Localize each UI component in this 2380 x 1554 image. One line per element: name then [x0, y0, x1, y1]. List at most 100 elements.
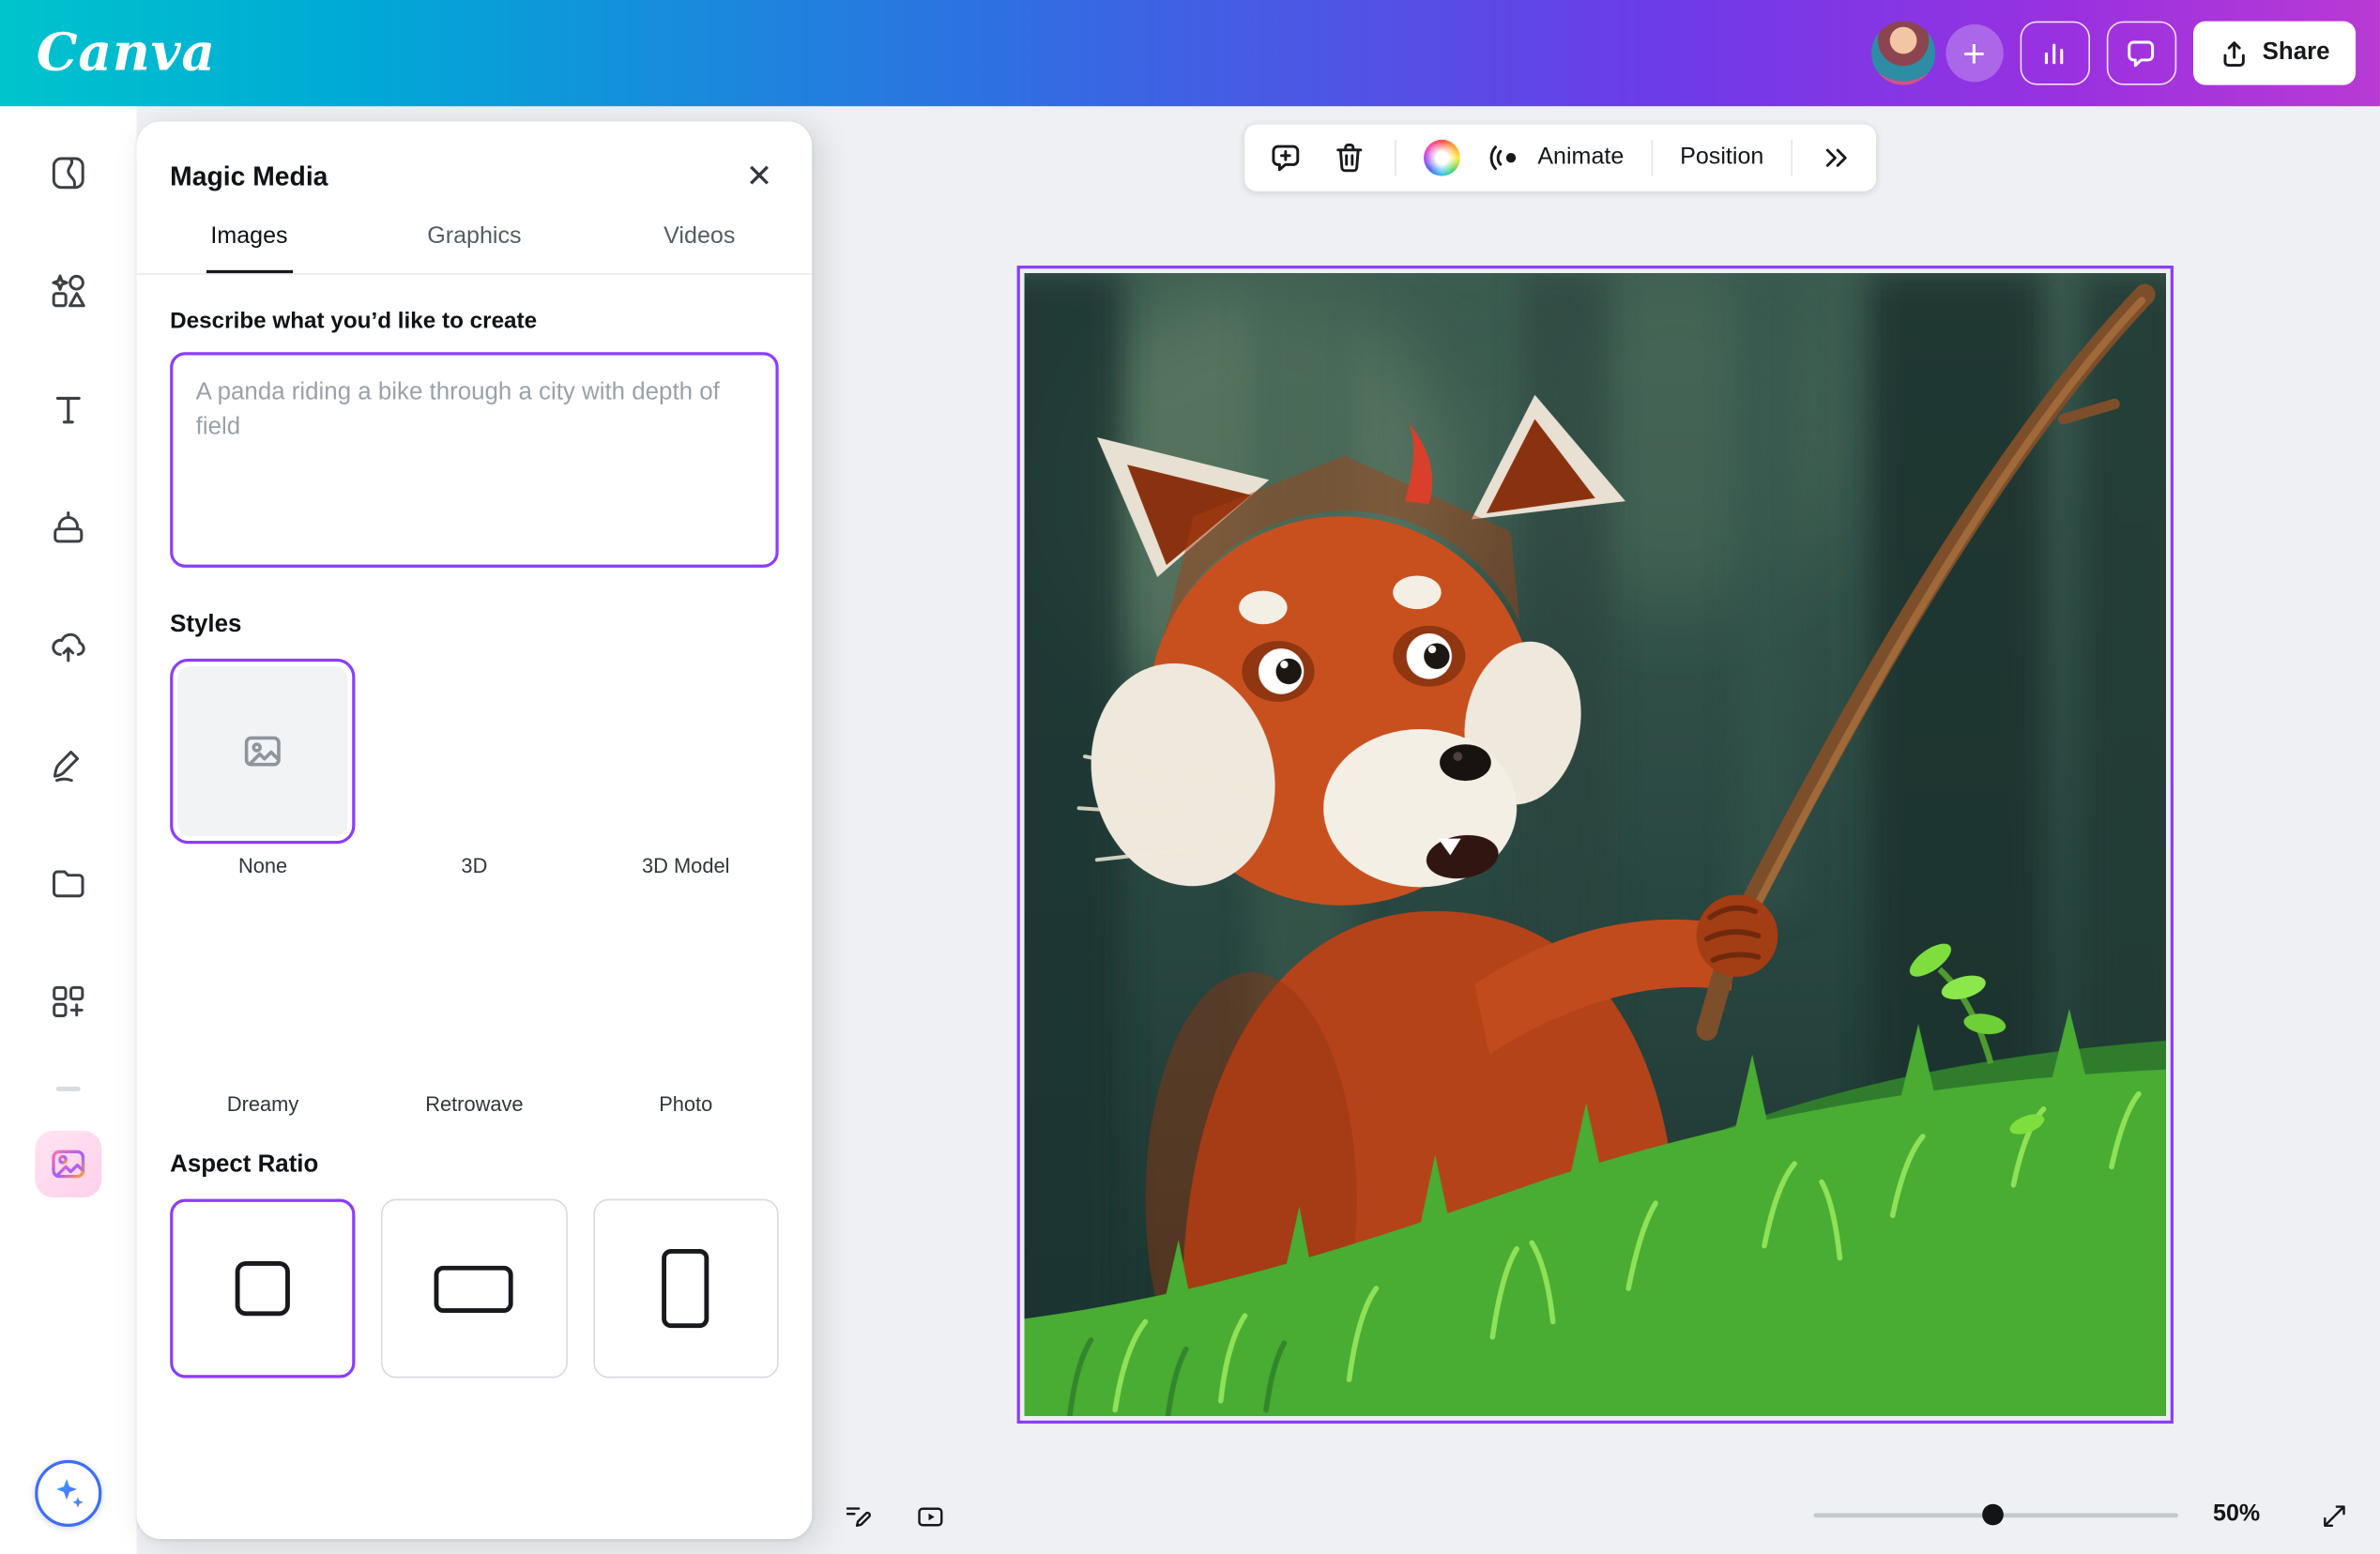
share-button[interactable]: Share	[2192, 22, 2356, 85]
speech-bubble-icon	[2124, 36, 2159, 70]
text-icon	[49, 390, 88, 430]
sidebar-item-projects[interactable]	[32, 846, 105, 920]
style-thumb-frame	[170, 897, 356, 1082]
style-thumb-frame	[381, 659, 567, 844]
delete-button[interactable]	[1320, 130, 1378, 185]
fullscreen-button[interactable]	[2311, 1492, 2359, 1541]
aspect-option-portrait[interactable]	[593, 1199, 779, 1379]
top-bar-actions: + Share	[1870, 22, 2356, 85]
toolbar-divider	[1791, 140, 1793, 176]
animate-motion-icon	[1488, 140, 1524, 176]
sidebar-item-apps[interactable]	[32, 966, 105, 1039]
comments-button[interactable]	[2106, 22, 2175, 85]
panel-body: Describe what you’d like to create Style…	[137, 275, 813, 1539]
style-thumb-frame	[593, 897, 779, 1082]
insights-button[interactable]	[2020, 22, 2089, 85]
fullscreen-icon	[2319, 1497, 2349, 1536]
draw-icon	[49, 745, 88, 785]
sidebar-item-uploads[interactable]	[32, 610, 105, 683]
projects-icon	[49, 863, 88, 903]
style-thumb-frame	[170, 659, 356, 844]
tab-graphics[interactable]: Graphics	[361, 221, 587, 274]
aspect-option-square[interactable]	[170, 1199, 356, 1379]
add-comment-icon	[1267, 140, 1304, 176]
prompt-label: Describe what you’d like to create	[170, 308, 779, 333]
image-placeholder-icon	[240, 728, 286, 774]
add-comment-button[interactable]	[1257, 130, 1314, 185]
plus-icon: +	[1962, 27, 1986, 79]
style-option-dreamy[interactable]: Dreamy	[170, 897, 356, 1116]
style-thumb-frame	[593, 659, 779, 844]
sidebar-rail	[0, 106, 137, 1554]
present-icon	[915, 1496, 945, 1537]
animate-label: Animate	[1537, 145, 1624, 172]
sidebar-item-design[interactable]	[32, 137, 105, 210]
magic-media-panel: Magic Media ✕ Images Graphics Videos Des…	[137, 121, 813, 1539]
sidebar-item-text[interactable]	[32, 373, 105, 447]
media-type-tabs: Images Graphics Videos	[137, 221, 813, 275]
landscape-ratio-icon	[435, 1265, 513, 1312]
canva-assistant-button[interactable]	[35, 1460, 101, 1527]
close-icon: ✕	[746, 160, 772, 194]
canva-editor: Canva + Share	[0, 0, 2380, 1554]
styles-label: Styles	[170, 612, 779, 639]
sidebar-item-magic-media[interactable]	[35, 1130, 101, 1196]
style-option-photo[interactable]: Photo	[593, 897, 779, 1116]
zoom-slider-knob[interactable]	[1982, 1504, 2004, 1526]
position-button[interactable]: Position	[1670, 130, 1775, 185]
sidebar-item-brand[interactable]	[32, 492, 105, 565]
magic-media-icon	[49, 1144, 88, 1183]
style-option-3d[interactable]: 3D	[381, 659, 567, 877]
share-label: Share	[2263, 39, 2330, 67]
aspect-ratio-label: Aspect Ratio	[170, 1152, 779, 1180]
sidebar-item-elements[interactable]	[32, 255, 105, 328]
uploads-icon	[49, 627, 88, 666]
animate-button[interactable]: Animate	[1477, 130, 1635, 185]
styles-grid: None 3D 3D Model	[170, 659, 779, 1116]
color-wheel-icon	[1424, 140, 1460, 176]
more-chevrons-icon	[1820, 141, 1854, 175]
square-ratio-icon	[236, 1261, 290, 1316]
panel-title: Magic Media	[170, 160, 328, 192]
canva-logo[interactable]: Canva	[37, 23, 216, 84]
portrait-ratio-icon	[663, 1249, 709, 1328]
notes-icon	[843, 1497, 873, 1536]
bar-chart-icon	[2037, 36, 2071, 70]
brand-icon	[49, 509, 88, 548]
apps-icon	[49, 982, 88, 1021]
aspect-option-landscape[interactable]	[381, 1199, 567, 1379]
delete-icon	[1331, 140, 1367, 176]
toolbar-divider	[1395, 140, 1396, 176]
position-label: Position	[1680, 145, 1763, 172]
selected-image-frame[interactable]	[1017, 266, 2174, 1424]
style-thumb-frame	[381, 897, 567, 1082]
generated-image-red-panda	[1025, 273, 2166, 1416]
elements-icon	[49, 271, 88, 311]
avatar[interactable]	[1870, 22, 1934, 85]
rail-divider	[56, 1087, 81, 1090]
prompt-input[interactable]	[170, 352, 779, 568]
red-panda-illustration	[1025, 273, 2166, 1416]
toolbar-divider	[1651, 140, 1653, 176]
more-options-button[interactable]	[1809, 130, 1864, 185]
design-icon	[49, 153, 88, 192]
notes-button[interactable]	[833, 1492, 882, 1541]
top-bar: Canva + Share	[0, 0, 2380, 106]
color-button[interactable]	[1413, 130, 1471, 185]
tab-videos[interactable]: Videos	[587, 221, 812, 274]
sidebar-item-draw[interactable]	[32, 728, 105, 801]
panel-header: Magic Media ✕	[137, 121, 813, 220]
none-style-thumb	[177, 666, 348, 836]
close-panel-button[interactable]: ✕	[740, 158, 778, 195]
zoom-level: 50%	[2213, 1501, 2260, 1529]
add-member-button[interactable]: +	[1945, 24, 2003, 82]
context-toolbar: Animate Position	[1244, 125, 1876, 191]
style-option-retrowave[interactable]: Retrowave	[381, 897, 567, 1116]
aspect-ratio-grid	[170, 1199, 779, 1379]
sparkle-icon	[49, 1473, 88, 1513]
style-option-none[interactable]: None	[170, 659, 356, 877]
export-up-arrow-icon	[2219, 38, 2249, 68]
present-button[interactable]	[907, 1492, 955, 1541]
tab-images[interactable]: Images	[137, 221, 362, 274]
style-option-3d-model[interactable]: 3D Model	[593, 659, 779, 877]
